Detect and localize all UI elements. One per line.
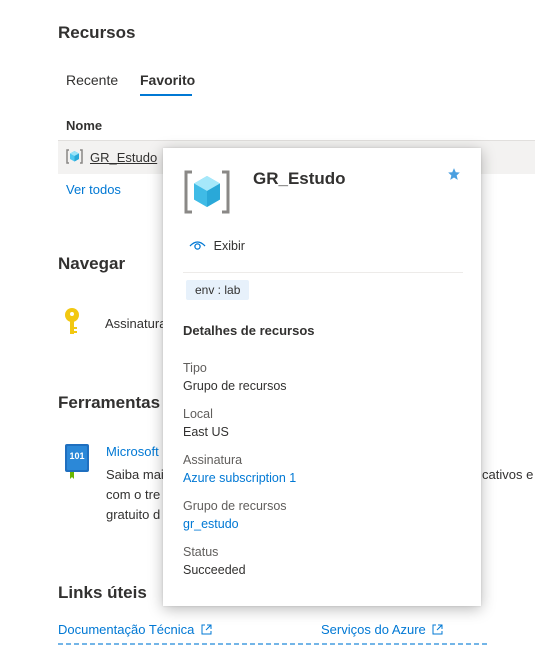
azure-services-link-wrap[interactable]: Serviços do Azure: [321, 622, 443, 637]
view-action[interactable]: Exibir: [189, 238, 245, 253]
status-value: Succeeded: [183, 563, 246, 577]
azure-services-link[interactable]: Serviços do Azure: [321, 622, 426, 637]
details-section-title: Detalhes de recursos: [183, 323, 315, 338]
subscription-link[interactable]: Azure subscription 1: [183, 471, 296, 485]
favorite-star-icon[interactable]: [447, 167, 461, 181]
type-label: Tipo: [183, 361, 207, 375]
resource-group-link[interactable]: gr_estudo: [183, 517, 239, 531]
tab-favorites[interactable]: Favorito: [140, 72, 195, 88]
tab-recent[interactable]: Recente: [66, 72, 118, 88]
view-label: Exibir: [213, 239, 245, 253]
card-divider: [183, 272, 463, 273]
external-link-icon: [432, 624, 443, 635]
status-label: Status: [183, 545, 219, 559]
tech-docs-link[interactable]: Documentação Técnica: [58, 622, 194, 637]
type-value: Grupo de recursos: [183, 379, 287, 393]
navigate-title: Navegar: [58, 254, 126, 273]
tag-pill: env : lab: [186, 280, 250, 300]
eye-icon: [189, 239, 206, 251]
resource-row-link[interactable]: GR_Estudo: [90, 150, 157, 165]
tech-docs-link-wrap[interactable]: Documentação Técnica: [58, 622, 212, 637]
tool-description-line-2: com o tre: [106, 487, 161, 502]
cut-off-links-row: [58, 642, 488, 646]
resource-group-large-icon: [183, 168, 231, 216]
key-icon: [63, 307, 81, 337]
tools-title: Ferramentas: [58, 393, 161, 412]
subscription-label: Assinatura: [183, 453, 243, 467]
tool-description-line-1-end: cativos e: [482, 467, 534, 482]
useful-links-title: Links úteis: [58, 583, 147, 602]
tab-active-indicator: [140, 94, 192, 96]
learn-101-icon: 101: [64, 443, 90, 479]
location-label: Local: [183, 407, 213, 421]
column-header-name: Nome: [66, 118, 103, 133]
learn-101-badge-text: 101: [69, 451, 85, 461]
resource-group-icon: [66, 148, 83, 165]
resource-hover-card: GR_Estudo Exibir env : lab Detalhes de r…: [163, 148, 481, 606]
tool-description-line-3: gratuito d: [106, 507, 161, 522]
tool-description-line-1: Saiba mai: [106, 467, 164, 482]
resource-group-label: Grupo de recursos: [183, 499, 287, 513]
resources-title: Recursos: [58, 23, 136, 42]
external-link-icon: [201, 624, 212, 635]
see-all-link[interactable]: Ver todos: [66, 182, 121, 197]
location-value: East US: [183, 425, 229, 439]
tool-title-link[interactable]: Microsoft: [106, 444, 159, 459]
card-title: GR_Estudo: [253, 169, 346, 188]
